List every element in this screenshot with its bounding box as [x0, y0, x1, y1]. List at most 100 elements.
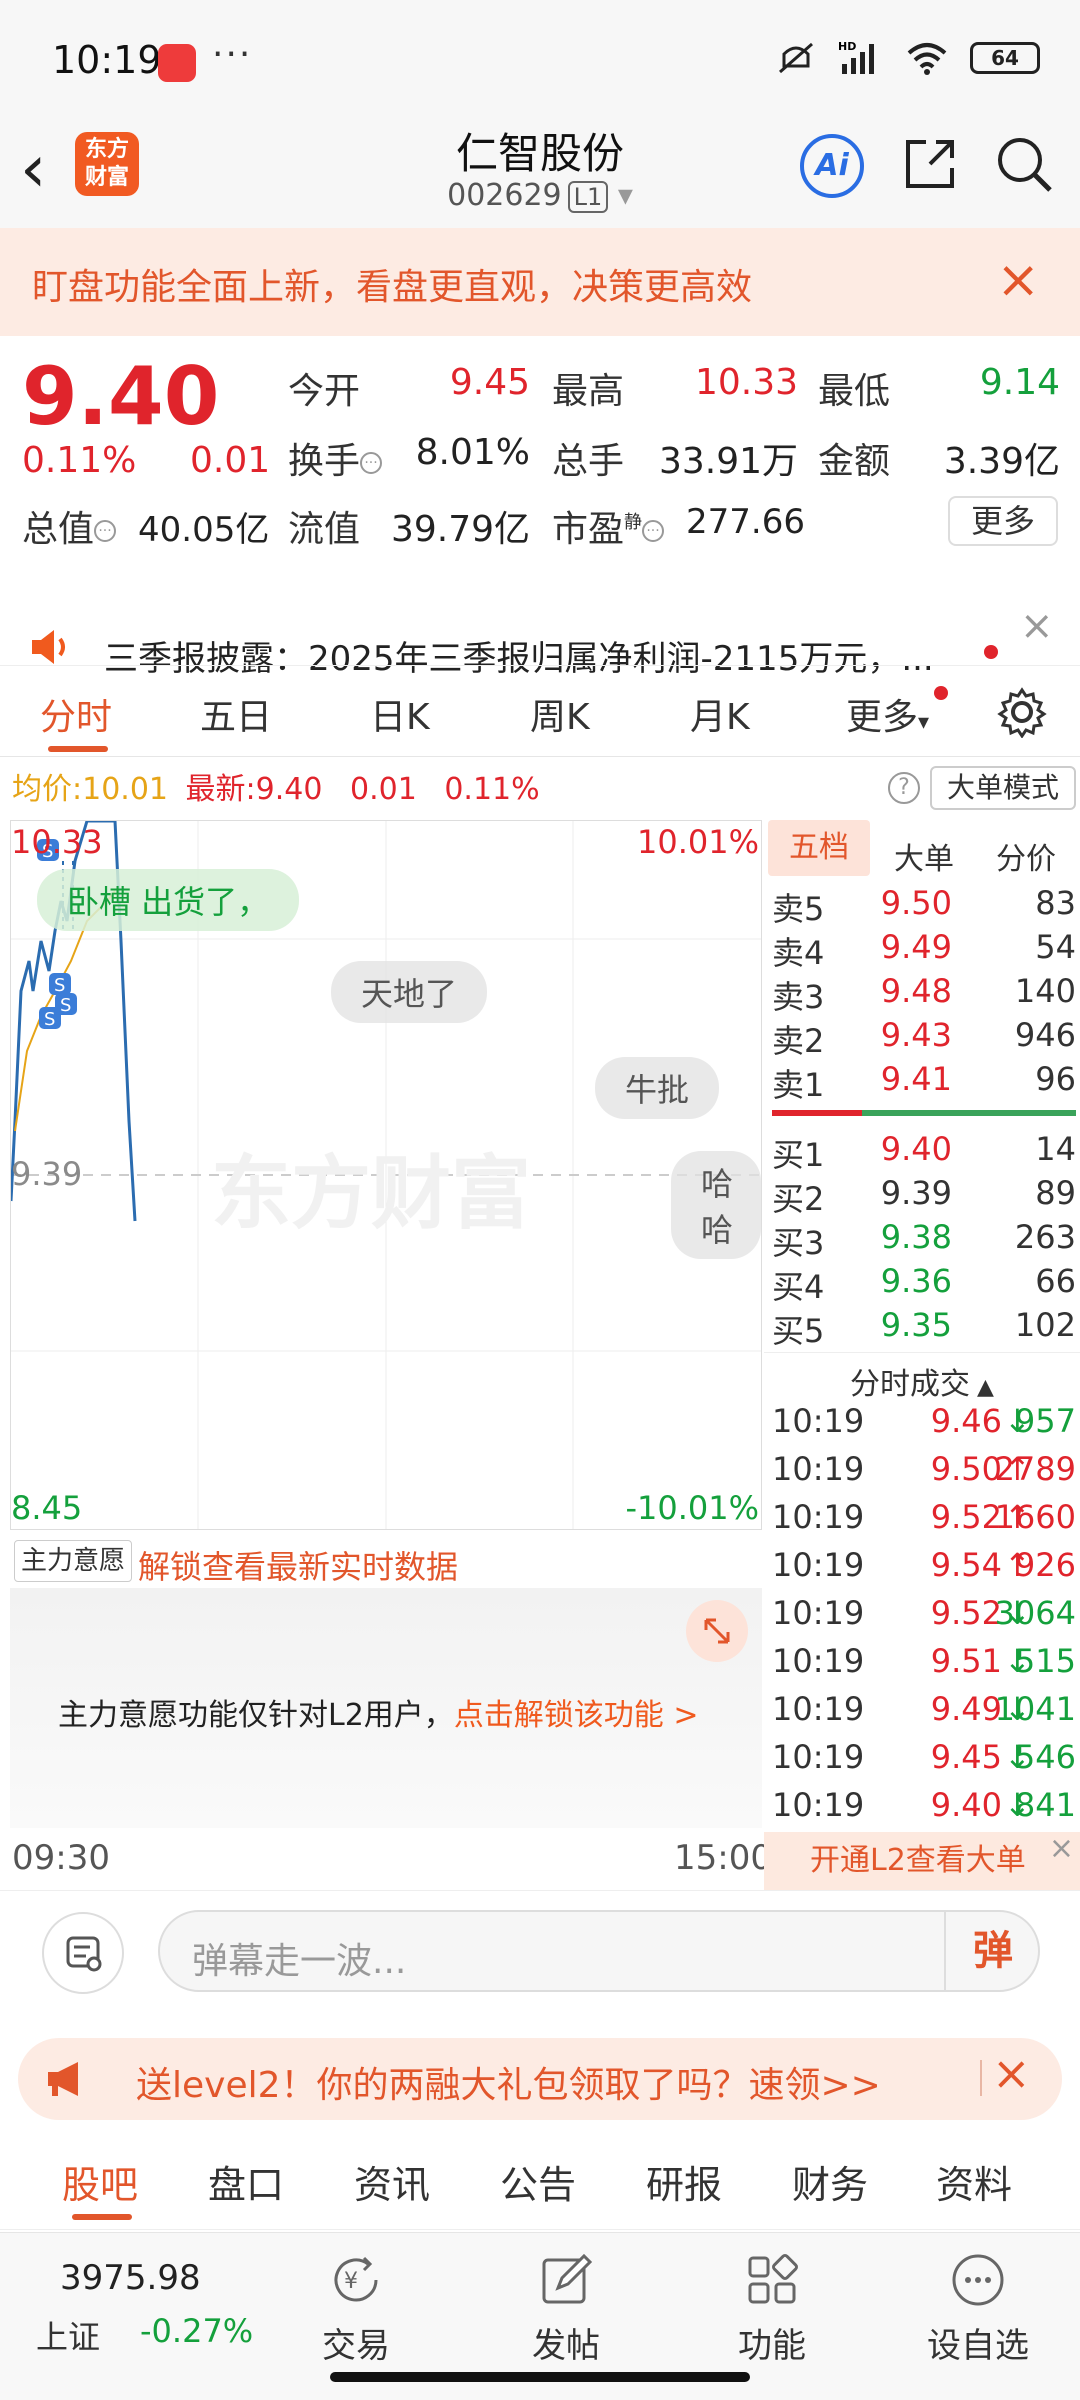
ask-volume: 54	[1035, 928, 1076, 966]
unlock-realtime-link[interactable]: 解锁查看最新实时数据	[138, 1542, 458, 1588]
more-dots-icon: ···	[360, 452, 383, 474]
bid-label: 买1	[772, 1136, 825, 1174]
tab-more[interactable]: 更多▾	[846, 688, 929, 740]
tab-monthly-k[interactable]: 月K	[690, 688, 750, 740]
functions-icon[interactable]	[742, 2250, 802, 2310]
help-icon[interactable]: ?	[888, 772, 920, 804]
feature-banner[interactable]: 盯盘功能全面上新，看盘更直观，决策更高效 ×	[0, 228, 1080, 336]
top-price-label: 10.33	[11, 823, 103, 861]
intraday-chart[interactable]: 东方财富 S S S S 10.33 10.01% 9.39 8.45 -10.…	[10, 820, 762, 1530]
trade-time: 10:19	[772, 1402, 865, 1440]
speaker-icon	[32, 630, 65, 664]
ask-row: 卖1 9.41 96	[772, 1060, 1076, 1104]
nav-trade-label[interactable]: 交易	[281, 2318, 431, 2367]
tab-financials[interactable]: 财务	[792, 2154, 868, 2209]
tab-market-depth[interactable]: 盘口	[208, 2154, 284, 2209]
high-label: 最高	[552, 371, 625, 412]
danmu-toggle-button[interactable]: 弹	[944, 1910, 1040, 1992]
trade-price: 9.40	[930, 1786, 1002, 1824]
bid-label: 买5	[772, 1312, 825, 1350]
nav-watchlist-label[interactable]: 设自选	[903, 2318, 1053, 2367]
danmu-bubble[interactable]: 牛批	[595, 1057, 720, 1119]
trade-volume: 515	[1014, 1642, 1076, 1680]
high-value: 10.33	[694, 362, 798, 403]
close-icon[interactable]: ×	[1049, 1820, 1074, 1878]
stock-code: 002629	[447, 178, 562, 213]
danmu-settings-icon[interactable]	[42, 1912, 124, 1994]
danmu-input-placeholder: 弹幕走一波...	[192, 1941, 407, 1982]
bid-label: 买2	[772, 1180, 825, 1218]
trade-volume: 2789	[994, 1450, 1076, 1488]
index-value[interactable]: 3975.98	[60, 2258, 201, 2298]
trade-icon[interactable]: ¥	[326, 2250, 386, 2310]
home-indicator[interactable]	[330, 2372, 750, 2382]
main-force-desc: 主力意愿功能仅针对L2用户，点击解锁该功能 >	[58, 1690, 699, 1734]
bid-volume: 102	[1014, 1306, 1076, 1344]
tab-profile[interactable]: 资料	[936, 2154, 1012, 2209]
danmu-bubble[interactable]: 哈哈	[671, 1151, 761, 1259]
share-icon[interactable]	[900, 134, 960, 194]
close-icon[interactable]: ×	[1020, 603, 1054, 649]
trade-price: 9.52	[930, 1498, 1002, 1536]
index-percent[interactable]: -0.27%	[140, 2312, 253, 2350]
add-watchlist-icon[interactable]	[948, 2250, 1008, 2310]
open-l2-banner[interactable]: 开通L2查看大单 ×	[764, 1831, 1080, 1890]
trades-header[interactable]: 分时成交 ▲	[764, 1352, 1080, 1403]
tab-big-orders[interactable]: 大单	[894, 834, 954, 878]
search-icon[interactable]	[994, 134, 1054, 194]
tab-intraday[interactable]: 分时	[40, 688, 112, 740]
close-icon[interactable]: ×	[996, 250, 1040, 310]
expand-icon[interactable]	[686, 1600, 748, 1662]
ask-row: 卖4 9.49 54	[772, 928, 1076, 972]
nav-post-label[interactable]: 发帖	[491, 2318, 641, 2367]
gear-icon[interactable]	[996, 686, 1048, 738]
trade-row: 10:19 9.52 ↓ 3064	[772, 1594, 1076, 1642]
big-order-mode-button[interactable]: 大单模式	[930, 766, 1076, 810]
trade-time: 10:19	[772, 1546, 865, 1584]
danmu-bubble[interactable]: 天地了	[331, 961, 488, 1023]
total-cap-label[interactable]: 总值 ···	[22, 500, 117, 552]
tab-news[interactable]: 资讯	[354, 2154, 430, 2209]
trade-price: 9.46	[930, 1402, 1002, 1440]
change-percent: 0.11%	[22, 440, 137, 481]
tab-daily-k[interactable]: 日K	[370, 688, 430, 740]
wifi-icon	[907, 43, 947, 75]
ask-price: 9.41	[880, 1060, 952, 1098]
trade-time: 10:19	[772, 1642, 865, 1680]
unlock-feature-link[interactable]: 点击解锁该功能 >	[454, 1698, 699, 1733]
float-cap-value: 39.79亿	[390, 509, 530, 550]
nav-functions-label[interactable]: 功能	[697, 2318, 847, 2367]
tab-announcements[interactable]: 公告	[500, 2154, 576, 2209]
trade-row: 10:19 9.40 ↓ 841	[772, 1786, 1076, 1834]
turnover-label[interactable]: 换手 ···	[288, 432, 383, 484]
tab-five-day[interactable]: 五日	[200, 688, 272, 740]
danmu-bubble[interactable]: 卧槽 出货了，	[37, 869, 300, 931]
pe-label[interactable]: 市盈静 ···	[552, 500, 665, 552]
tab-weekly-k[interactable]: 周K	[530, 688, 590, 740]
main-force-select[interactable]: 主力意愿 ▾	[14, 1540, 132, 1617]
ai-button[interactable]: Ai	[800, 134, 864, 198]
post-icon[interactable]	[536, 2250, 596, 2310]
ask-volume: 946	[1014, 1016, 1076, 1054]
low-value: 9.14	[979, 362, 1060, 403]
tab-five-levels[interactable]: 五档	[768, 820, 870, 876]
announcement-bar[interactable]: 三季报披露：2025年三季报归属净利润-2115万元，... ×	[0, 575, 1080, 679]
tab-forum[interactable]: 股吧	[62, 2154, 138, 2209]
ask-price: 9.50	[880, 884, 952, 922]
trade-row: 10:19 9.50 ↑ 2789	[772, 1450, 1076, 1498]
trade-volume: 1660	[994, 1498, 1076, 1536]
status-icons: HD 64	[776, 40, 1040, 76]
tab-research[interactable]: 研报	[646, 2154, 722, 2209]
total-cap-value: 40.05亿	[138, 510, 270, 550]
ask-volume: 83	[1035, 884, 1076, 922]
svg-text:HD: HD	[838, 40, 856, 53]
trade-row: 10:19 9.51 ↓ 515	[772, 1642, 1076, 1690]
open-value: 9.45	[449, 362, 530, 403]
bottom-percent-label: -10.01%	[625, 1489, 759, 1527]
more-button[interactable]: 更多	[948, 496, 1058, 546]
tab-price-distribution[interactable]: 分价	[996, 834, 1056, 878]
svg-text:S: S	[60, 995, 71, 1016]
index-name[interactable]: 上证	[36, 2312, 100, 2358]
close-icon[interactable]: ×	[992, 2046, 1031, 2100]
axis-end-time: 15:00	[674, 1838, 772, 1878]
